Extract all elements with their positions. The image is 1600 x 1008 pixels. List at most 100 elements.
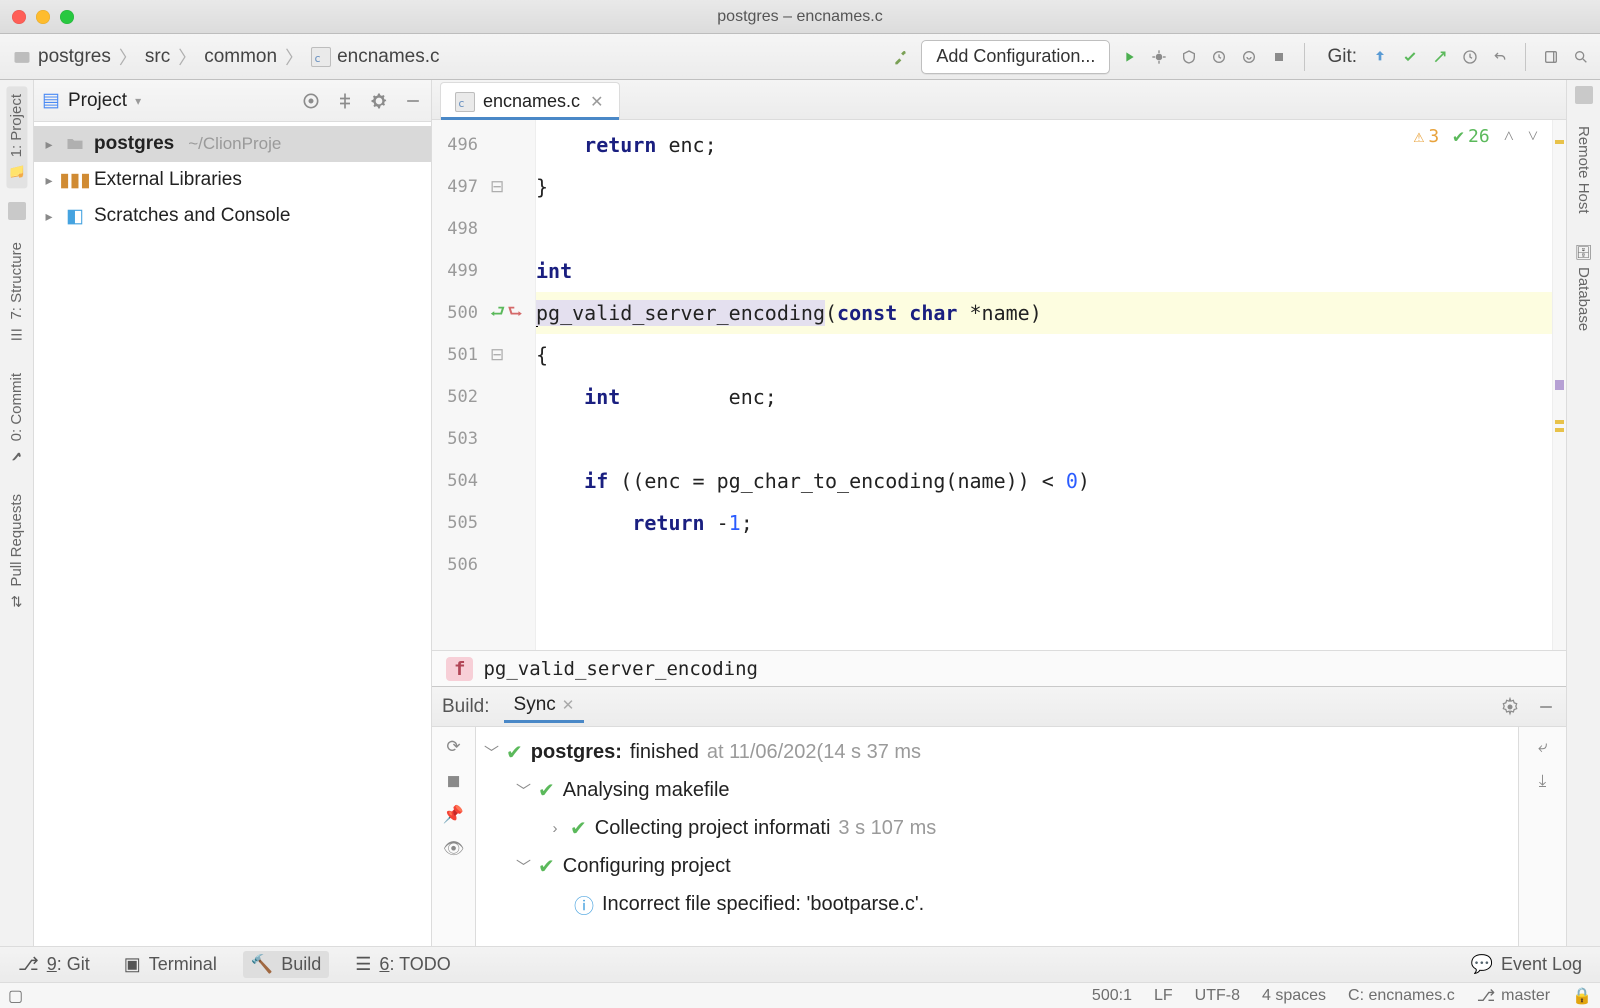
tool-commit[interactable]: ✔0: Commit [6, 365, 27, 472]
tree-root[interactable]: ▸ postgres ~/ClionProje [34, 126, 431, 162]
line-number[interactable]: 496 [432, 124, 488, 166]
vcs-change-icon[interactable]: ⮑ [507, 299, 522, 328]
gear-icon[interactable] [1500, 697, 1520, 717]
scroll-to-end-icon[interactable]: ⤓ [1539, 771, 1547, 791]
tree-chevron-icon[interactable]: › [548, 820, 562, 837]
tool-pull-requests[interactable]: ⇅Pull Requests [6, 486, 27, 618]
line-number[interactable]: 506 [432, 544, 488, 586]
status-eol[interactable]: LF [1154, 987, 1173, 1005]
status-context[interactable]: C: encnames.c [1348, 987, 1455, 1005]
crumb-file[interactable]: c encnames.c [307, 44, 443, 70]
build-row[interactable]: ⓘ Incorrect file specified: 'bootparse.c… [476, 885, 1518, 923]
coverage-icon[interactable] [1178, 46, 1200, 68]
minimize-panel-icon[interactable] [1536, 697, 1556, 717]
build-tree[interactable]: ﹀ ✔ postgres: finished at 11/06/202(14 s… [476, 727, 1518, 946]
tree-ext-libs[interactable]: ▸ ▮▮▮ External Libraries [34, 162, 431, 198]
close-window[interactable] [12, 10, 26, 24]
locate-icon[interactable] [301, 91, 321, 111]
gear-icon[interactable] [369, 91, 389, 111]
build-row[interactable]: ﹀ ✔ Configuring project [476, 847, 1518, 885]
project-panel-title[interactable]: ▤ Project ▾ [42, 89, 141, 112]
lock-icon[interactable]: 🔒 [1572, 986, 1592, 1006]
attach-icon[interactable] [1238, 46, 1260, 68]
tree-scratches[interactable]: ▸ ◧ Scratches and Console [34, 198, 431, 234]
debug-icon[interactable] [1148, 46, 1170, 68]
run-icon[interactable] [1118, 46, 1140, 68]
line-number[interactable]: 499 [432, 250, 488, 292]
weak-warning-indicator[interactable]: ✔ 26 [1453, 126, 1490, 147]
close-tab-icon[interactable]: ✕ [588, 92, 605, 112]
status-branch[interactable]: ⎇ master [1477, 986, 1550, 1006]
fold-icon[interactable]: ⊟ [490, 345, 504, 365]
rerun-icon[interactable]: ⟳ [446, 737, 460, 757]
pin-icon[interactable]: 📌 [443, 805, 464, 825]
toggle-view-icon[interactable]: 👁 [443, 839, 465, 859]
status-encoding[interactable]: UTF-8 [1195, 987, 1240, 1005]
vcs-rollback-icon[interactable] [1489, 46, 1511, 68]
bottom-terminal[interactable]: ▣ Terminal [116, 951, 225, 978]
stripe-mark[interactable] [1555, 420, 1564, 424]
build-hammer-icon[interactable] [891, 46, 913, 68]
line-number[interactable]: 503 [432, 418, 488, 460]
crumb-common[interactable]: common [200, 44, 281, 70]
tree-chevron-icon[interactable]: ▸ [42, 208, 56, 225]
tool-unknown-icon[interactable] [1575, 86, 1593, 104]
line-number[interactable]: 500 [432, 292, 488, 334]
status-tool-windows-icon[interactable]: ▢ [8, 986, 23, 1006]
zoom-window[interactable] [60, 10, 74, 24]
vcs-commit-icon[interactable] [1399, 46, 1421, 68]
tree-chevron-icon[interactable]: ﹀ [516, 856, 530, 877]
line-number[interactable]: 497 [432, 166, 488, 208]
vcs-history-icon[interactable] [1459, 46, 1481, 68]
line-number[interactable]: 504 [432, 460, 488, 502]
tool-project[interactable]: 📁1: Project [6, 86, 27, 188]
crumb-src[interactable]: src [141, 44, 174, 70]
run-configuration-selector[interactable]: Add Configuration... [921, 40, 1110, 74]
editor-tab-encnames[interactable]: c encnames.c ✕ [440, 82, 620, 120]
tool-unknown-icon[interactable] [8, 202, 26, 220]
status-caret[interactable]: 500:1 [1092, 987, 1132, 1005]
line-gutter[interactable]: 496 497 498 499 500 501 502 503 504 505 … [432, 120, 488, 650]
line-number[interactable]: 498 [432, 208, 488, 250]
soft-wrap-icon[interactable]: ⤶ [1538, 737, 1548, 757]
crumb-project[interactable]: postgres [8, 44, 115, 70]
vcs-push-icon[interactable] [1429, 46, 1451, 68]
stripe-mark[interactable] [1555, 380, 1564, 390]
minimize-panel-icon[interactable] [403, 91, 423, 111]
tree-chevron-icon[interactable]: ▸ [42, 136, 56, 153]
code-editor[interactable]: ⚠ 3 ✔ 26 ˄ ˅ return enc; } int pg_valid_… [536, 120, 1552, 650]
tree-chevron-icon[interactable]: ▸ [42, 172, 56, 189]
build-row[interactable]: ﹀ ✔ Analysing makefile [476, 771, 1518, 809]
stop-icon[interactable]: ◼ [446, 771, 460, 791]
build-tab-sync[interactable]: Sync ✕ [504, 690, 585, 723]
stripe-mark[interactable] [1555, 140, 1564, 144]
bottom-event-log[interactable]: 💬 Event Log [1463, 951, 1590, 978]
error-stripe[interactable] [1552, 120, 1566, 650]
status-indent[interactable]: 4 spaces [1262, 987, 1326, 1005]
vcs-change-icon[interactable]: ⮐ [490, 299, 505, 328]
bottom-build[interactable]: 🔨 Build [243, 951, 329, 978]
inspection-widget[interactable]: ⚠ 3 ✔ 26 ˄ ˅ [1413, 126, 1538, 147]
stripe-mark[interactable] [1555, 428, 1564, 432]
tool-remote-host[interactable]: Remote Host [1573, 118, 1594, 222]
warning-indicator[interactable]: ⚠ 3 [1413, 126, 1439, 147]
search-everywhere-icon[interactable] [1570, 46, 1592, 68]
line-number[interactable]: 501 [432, 334, 488, 376]
line-number[interactable]: 505 [432, 502, 488, 544]
minimize-window[interactable] [36, 10, 50, 24]
build-row-root[interactable]: ﹀ ✔ postgres: finished at 11/06/202(14 s… [476, 733, 1518, 771]
tree-chevron-icon[interactable]: ﹀ [516, 780, 530, 801]
bottom-git[interactable]: ⎇ 9: Git [10, 951, 98, 978]
close-tab-icon[interactable]: ✕ [562, 696, 575, 714]
build-row[interactable]: › ✔ Collecting project informati 3 s 107… [476, 809, 1518, 847]
ide-settings-icon[interactable] [1540, 46, 1562, 68]
tree-chevron-icon[interactable]: ﹀ [484, 742, 498, 763]
expand-all-icon[interactable] [335, 91, 355, 111]
bottom-todo[interactable]: ☰ 6: TODO [347, 951, 459, 978]
prev-highlight-icon[interactable]: ˄ [1504, 126, 1514, 147]
stop-icon[interactable] [1268, 46, 1290, 68]
vcs-update-icon[interactable] [1369, 46, 1391, 68]
profile-icon[interactable] [1208, 46, 1230, 68]
project-tree[interactable]: ▸ postgres ~/ClionProje ▸ ▮▮▮ External L… [34, 122, 431, 946]
tool-structure[interactable]: ☰7: Structure [6, 234, 27, 351]
